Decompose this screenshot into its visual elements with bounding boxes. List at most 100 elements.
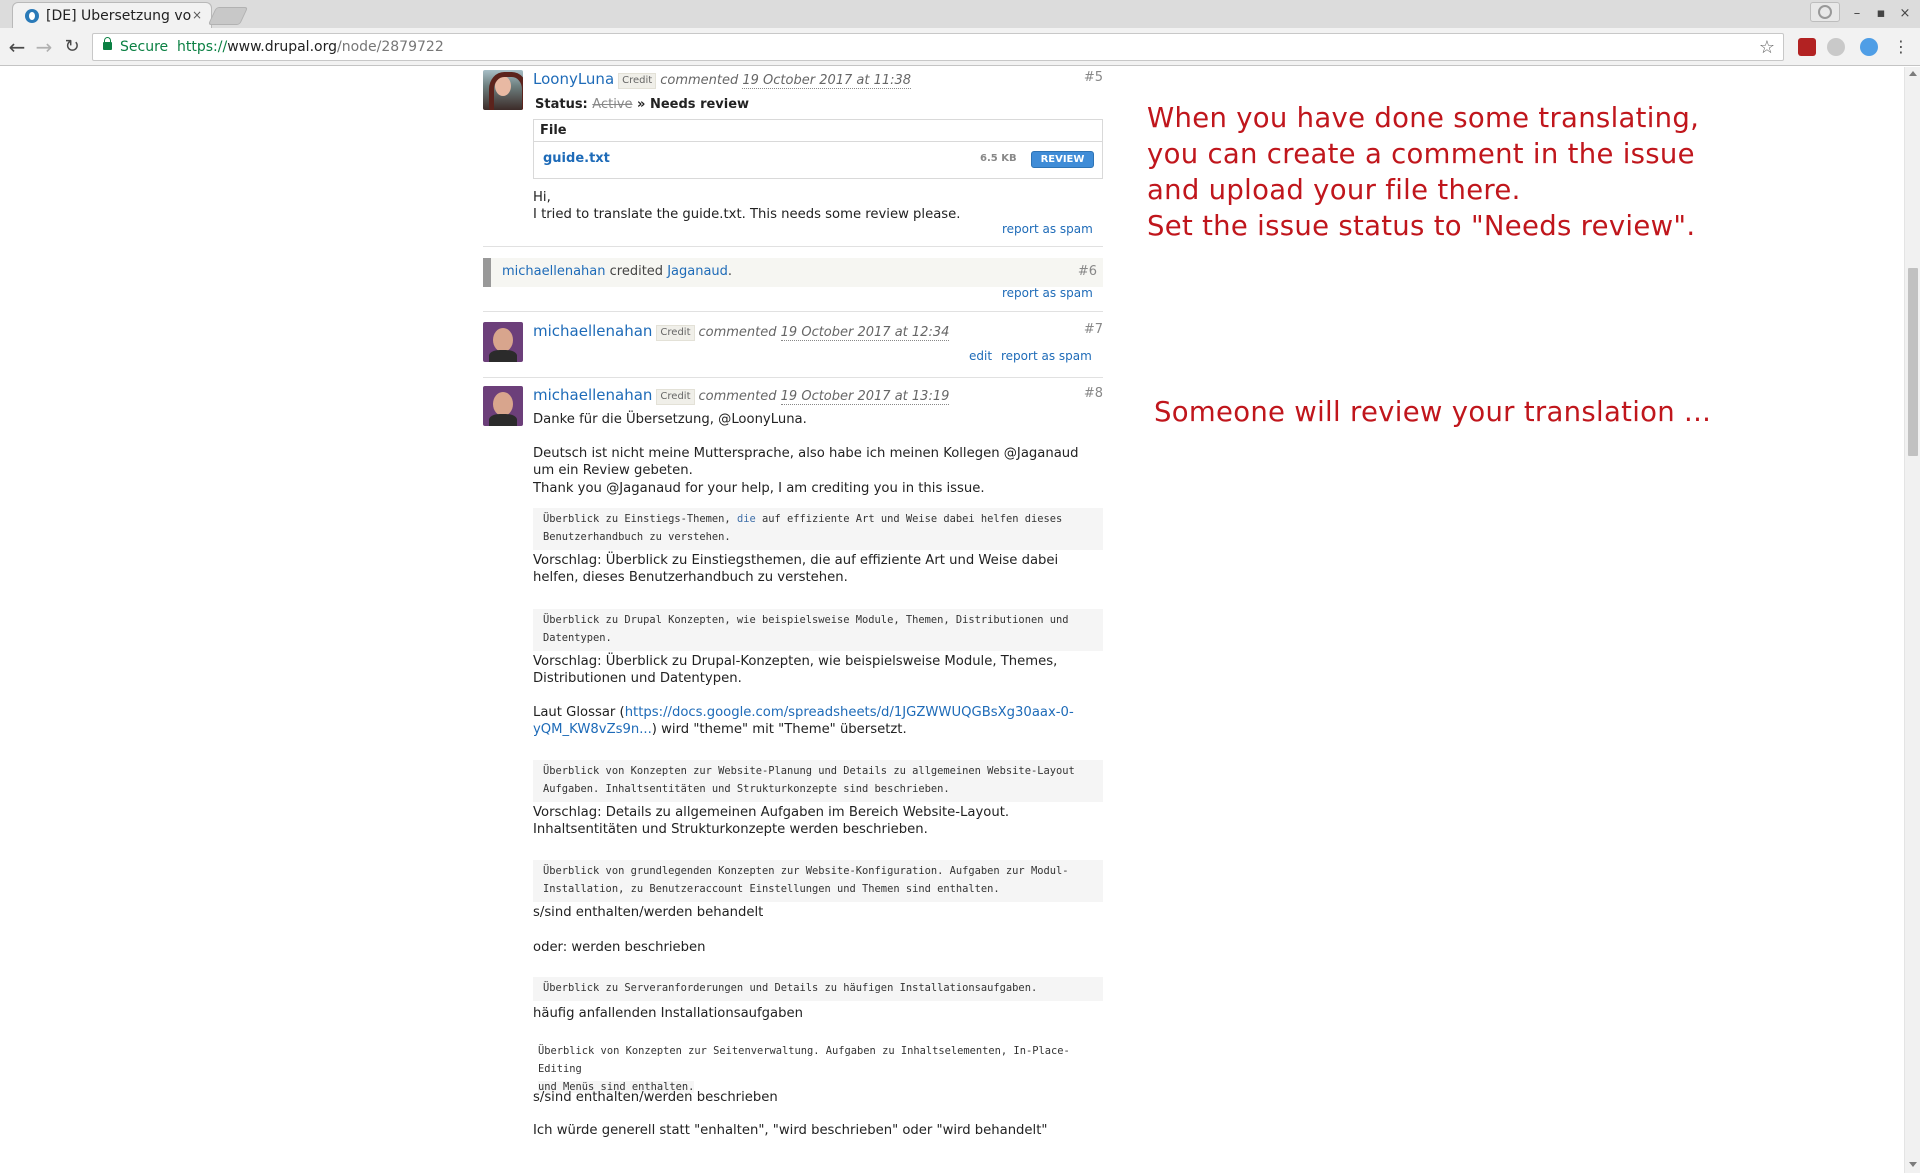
tab-title: [DE] Übersetzung vo [46, 8, 191, 24]
scroll-thumb[interactable] [1908, 268, 1918, 456]
minimize-button[interactable]: – [1847, 4, 1867, 24]
back-arrow-icon[interactable]: ← [6, 36, 28, 58]
reload-icon[interactable]: ↻ [61, 36, 83, 58]
drupal-favicon-icon [25, 9, 39, 23]
comment-verb: commented [698, 389, 777, 404]
code-text: Datentypen. [543, 632, 612, 644]
credited-text: credited [609, 264, 664, 279]
annotation-line: you can create a comment in the issue [1147, 138, 1695, 170]
annotation-line: Set the issue status to "Needs review". [1147, 210, 1696, 242]
code-block: Überblick zu Einstiegs-Themen, die auf e… [533, 508, 1103, 550]
code-block: Überblick von Konzepten zur Website-Plan… [533, 760, 1103, 802]
bookmark-star-icon[interactable]: ☆ [1759, 37, 1775, 58]
report-spam-link[interactable]: report as spam [1002, 286, 1093, 300]
paragraph: oder: werden beschrieben [533, 940, 706, 955]
file-attachment-table: File guide.txt 6.5 KB REVIEW [533, 119, 1103, 179]
avatar[interactable] [483, 322, 523, 362]
comment-date[interactable]: 19 October 2017 at 13:19 [780, 389, 950, 405]
comment-header: michaellenahan Credit commented 19 October… [533, 322, 950, 341]
report-spam-link[interactable]: report as spam [1002, 222, 1093, 236]
comment-verb: commented [660, 73, 739, 88]
annotation-line: and upload your file there. [1147, 174, 1521, 206]
author-link[interactable]: michaellenahan [533, 386, 652, 404]
profile-button[interactable] [1810, 2, 1840, 22]
comment-body-line: I tried to translate the guide.txt. This… [533, 207, 961, 222]
paragraph: s/sind enthalten/werden behandelt [533, 905, 764, 920]
comment-body-line: Hi, [533, 190, 551, 205]
comment-header: LoonyLuna Credit commented 19 October 2017… [533, 70, 912, 89]
user-link[interactable]: michaellenahan [502, 264, 606, 279]
comment-divider [483, 246, 1103, 247]
url-scheme: https:// [177, 39, 228, 55]
url-host: www.drupal.org [227, 39, 337, 55]
review-button[interactable]: REVIEW [1031, 151, 1094, 168]
paragraph: Vorschlag: Details zu allgemeinen Aufgab… [533, 805, 1010, 837]
url[interactable]: https://www.drupal.org/node/2879722 [177, 39, 444, 55]
annotation-line: When you have done some translating, [1147, 102, 1700, 134]
secure-label: Secure [120, 39, 169, 55]
text: ) wird "theme" mit "Theme" übersetzt. [651, 722, 907, 737]
code-text: auf effiziente Art und Weise dabei helfe… [755, 513, 1063, 525]
period: . [727, 264, 733, 279]
system-comment-bar [483, 258, 491, 287]
credit-badge[interactable]: Credit [618, 73, 657, 89]
maximize-button[interactable]: ▪ [1871, 4, 1891, 24]
file-row: guide.txt 6.5 KB REVIEW [534, 141, 1102, 179]
code-text: Überblick zu Serveranforderungen und Det… [543, 982, 1038, 994]
close-window-button[interactable]: × [1895, 4, 1915, 24]
browser-toolbar: ← → ↻ Secure https://www.drupal.org/node… [0, 28, 1920, 66]
report-spam-link[interactable]: report as spam [1001, 349, 1092, 363]
paragraph: Thank you @Jaganaud for your help, I am … [533, 481, 985, 496]
comment-header: michaellenahan Credit commented 19 October… [533, 386, 950, 405]
lock-icon [103, 37, 112, 50]
status-old: Active [592, 97, 633, 112]
text: Laut Glossar ( [533, 705, 625, 720]
address-bar[interactable]: Secure https://www.drupal.org/node/28797… [92, 33, 1784, 61]
credited-user-link[interactable]: Jaganaud [667, 264, 728, 279]
page-scrollbar[interactable] [1904, 67, 1920, 1173]
author-link[interactable]: LoonyLuna [533, 70, 614, 88]
annotation-review-note: Someone will review your translation ... [1154, 396, 1712, 428]
paragraph: Ich würde generell statt "enhalten", "wi… [533, 1123, 1048, 1138]
paragraph: s/sind enthalten/werden beschrieben [533, 1090, 778, 1105]
menu-icon[interactable]: ⋮ [1890, 36, 1912, 58]
file-link[interactable]: guide.txt [543, 151, 610, 166]
system-comment-text: michaellenahan credited Jaganaud. [502, 264, 732, 279]
tab-close-icon[interactable]: × [189, 7, 205, 23]
code-block: Überblick von Konzepten zur Seitenverwal… [533, 1040, 1098, 1093]
avatar[interactable] [483, 386, 523, 426]
scroll-down-arrow-icon[interactable] [1909, 1162, 1917, 1167]
comment-date[interactable]: 19 October 2017 at 12:34 [780, 325, 950, 341]
user-icon [1818, 5, 1832, 19]
annotation-upload-instructions: When you have done some translating, you… [1147, 100, 1699, 244]
paragraph: Laut Glossar (https://docs.google.com/sp… [533, 704, 1103, 738]
paragraph: Danke für die Übersetzung, @LoonyLuna. [533, 412, 807, 427]
edit-link[interactable]: edit [969, 349, 992, 363]
code-text: Aufgaben. Inhaltsentitäten und Strukturk… [543, 783, 950, 795]
comment-number[interactable]: #8 [1084, 386, 1103, 401]
new-tab-button[interactable] [207, 7, 249, 25]
forward-arrow-icon[interactable]: → [33, 36, 55, 58]
credit-badge[interactable]: Credit [656, 325, 695, 341]
extension-icon-blue[interactable] [1860, 38, 1878, 56]
paragraph: Vorschlag: Überblick zu Einstiegsthemen,… [533, 553, 1059, 585]
code-text: Überblick von Konzepten zur Website-Plan… [543, 765, 1075, 777]
code-text: Installation, zu Benutzeraccount Einstel… [543, 883, 1000, 895]
browser-tab[interactable]: [DE] Übersetzung vo × [12, 2, 212, 28]
comment-date[interactable]: 19 October 2017 at 11:38 [742, 73, 912, 89]
status-change: Status: Active » Needs review [535, 97, 749, 112]
comment-number[interactable]: #7 [1084, 322, 1103, 337]
ublock-extension-icon[interactable] [1798, 38, 1816, 56]
scroll-up-arrow-icon[interactable] [1909, 71, 1917, 76]
status-label: Status: [535, 97, 588, 112]
paragraph: Vorschlag: Überblick zu Drupal-Konzepten… [533, 654, 1058, 686]
code-block: Überblick von grundlegenden Konzepten zu… [533, 860, 1103, 902]
comment-number[interactable]: #5 [1084, 70, 1103, 85]
code-highlight: die [736, 513, 756, 525]
avatar[interactable] [483, 70, 523, 110]
comment-number[interactable]: #6 [1078, 264, 1097, 279]
author-link[interactable]: michaellenahan [533, 322, 652, 340]
credit-badge[interactable]: Credit [656, 389, 695, 405]
code-text: Überblick von grundlegenden Konzepten zu… [543, 865, 1069, 877]
extension-icon[interactable] [1827, 38, 1845, 56]
